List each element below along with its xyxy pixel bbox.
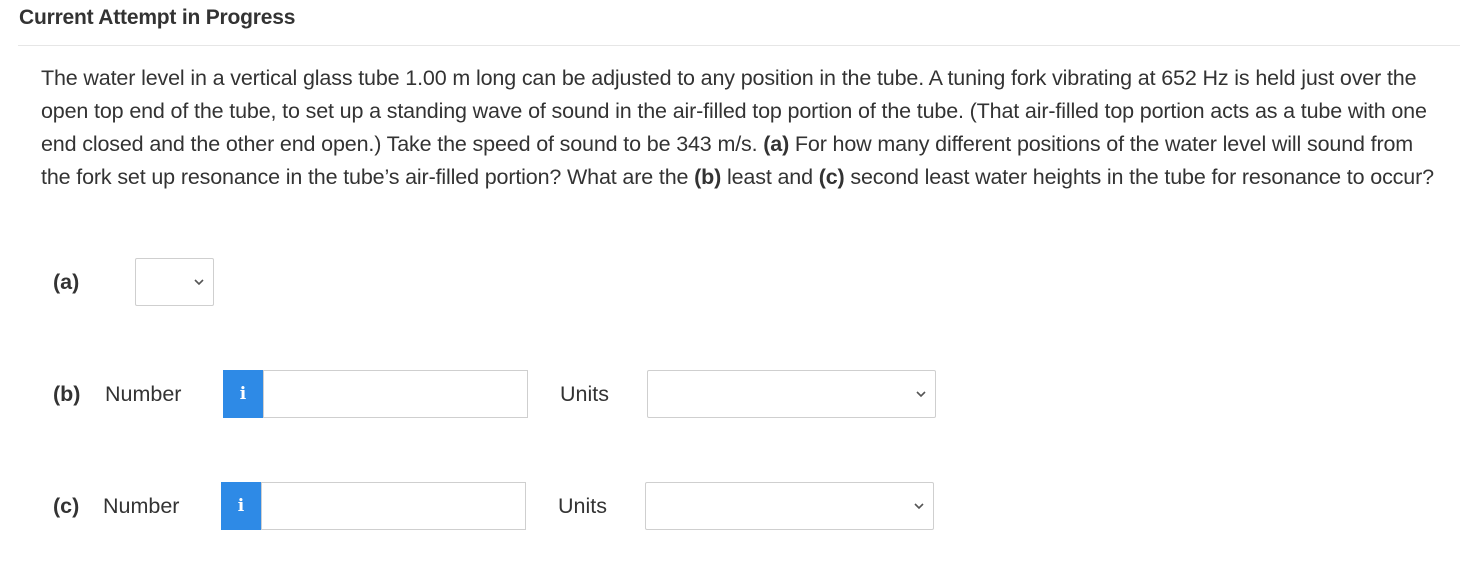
- question-text-segment: second least water heights in the tube f…: [844, 165, 1434, 189]
- page-title: Current Attempt in Progress: [19, 6, 296, 29]
- question-part-marker: (b): [694, 165, 722, 189]
- part-b-units-dropdown[interactable]: [647, 370, 936, 418]
- part-b-number-label: Number: [105, 382, 182, 406]
- chevron-down-icon: [914, 503, 924, 510]
- question-panel: The water level in a vertical glass tube…: [18, 46, 1460, 586]
- part-c-info-button[interactable]: i: [221, 482, 261, 530]
- chevron-down-icon: [194, 279, 204, 286]
- part-c-number-input[interactable]: [261, 482, 526, 530]
- question-text: The water level in a vertical glass tube…: [41, 62, 1441, 194]
- part-a-label: (a): [53, 270, 80, 294]
- part-c-number-label: Number: [103, 494, 180, 518]
- part-b-units-label: Units: [560, 382, 609, 406]
- part-b-number-input[interactable]: [263, 370, 528, 418]
- question-part-marker: (a): [763, 132, 790, 156]
- part-b-label: (b): [53, 382, 81, 406]
- part-c-label: (c): [53, 494, 80, 518]
- part-a-dropdown[interactable]: [135, 258, 214, 306]
- info-icon: i: [237, 496, 245, 516]
- part-c-units-label: Units: [558, 494, 607, 518]
- attempt-header: Current Attempt in Progress: [18, 0, 1460, 46]
- part-c-units-dropdown[interactable]: [645, 482, 934, 530]
- question-part-marker: (c): [818, 165, 845, 189]
- chevron-down-icon: [916, 391, 926, 398]
- question-text-segment: least and: [721, 165, 819, 189]
- info-icon: i: [239, 384, 247, 404]
- part-b-info-button[interactable]: i: [223, 370, 263, 418]
